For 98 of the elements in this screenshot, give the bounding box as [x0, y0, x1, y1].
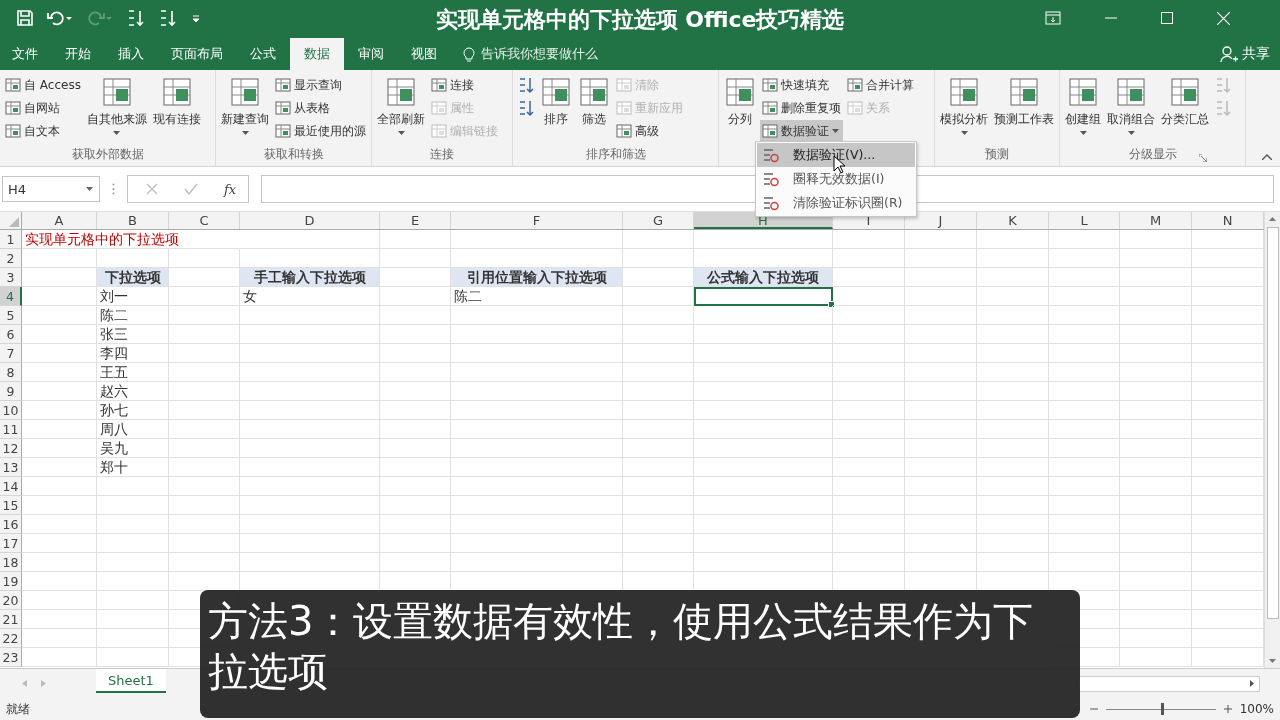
row-header[interactable]: 1 — [0, 230, 22, 249]
menu-item[interactable]: 圈释无效数据(I) — [757, 167, 915, 191]
ribbon-tab[interactable]: 插入 — [105, 38, 157, 70]
ribbon-tab[interactable]: 文件 — [0, 38, 51, 70]
ribbon-button[interactable]: 现有连接 — [150, 74, 203, 146]
table-cell: 刘一 — [97, 287, 169, 306]
status-text: 就绪 — [6, 700, 30, 718]
row-header[interactable]: 22 — [0, 629, 22, 648]
insert-function-button[interactable]: fx — [224, 181, 237, 197]
ribbon-button[interactable]: 高级 — [614, 120, 685, 142]
ribbon-button[interactable]: 分列 — [722, 74, 758, 146]
sheet-tab[interactable]: Sheet1 — [96, 669, 166, 693]
ribbon-button[interactable]: 取消组合 — [1105, 74, 1157, 146]
table-cell: 吴九 — [97, 439, 169, 458]
ribbon-tab[interactable]: 审阅 — [345, 38, 397, 70]
row-header[interactable]: 13 — [0, 458, 22, 477]
row-header[interactable]: 15 — [0, 496, 22, 515]
ribbon-button[interactable]: 显示查询 — [273, 74, 368, 96]
group-label: 获取和转换 — [263, 147, 324, 161]
ribbon-button[interactable]: 最近使用的源 — [273, 120, 368, 142]
row-header[interactable]: 20 — [0, 591, 22, 610]
row-header[interactable]: 9 — [0, 382, 22, 401]
ribbon-button[interactable]: 全部刷新 — [375, 74, 427, 146]
column-header[interactable]: F — [451, 212, 623, 229]
table-cell: 王五 — [97, 363, 169, 382]
ribbon-button[interactable]: 连接 — [429, 74, 500, 96]
name-box[interactable]: H4 — [2, 176, 100, 202]
column-header[interactable]: K — [977, 212, 1049, 229]
row-header[interactable]: 7 — [0, 344, 22, 363]
header-cell: 引用位置输入下拉选项 — [451, 268, 623, 287]
row-header[interactable]: 21 — [0, 610, 22, 629]
table-cell: 女 — [240, 287, 380, 306]
row-header[interactable]: 23 — [0, 648, 22, 667]
share-button[interactable]: 共享 — [1220, 38, 1280, 70]
group-label: 连接 — [430, 147, 454, 161]
row-header[interactable]: 4 — [0, 287, 22, 306]
table-cell: 孙七 — [97, 401, 169, 420]
group-label: 排序和筛选 — [585, 147, 646, 161]
ribbon-button[interactable]: 分类汇总 — [1159, 74, 1211, 146]
table-cell: 陈二 — [97, 306, 169, 325]
row-header[interactable]: 12 — [0, 439, 22, 458]
subtitle-caption: 方法3：设置数据有效性，使用公式结果作为下拉选项 — [200, 590, 1080, 718]
table-cell: 张三 — [97, 325, 169, 344]
ribbon-button[interactable]: 模拟分析 — [938, 74, 990, 146]
tell-me-field[interactable]: 告诉我你想要做什么 — [481, 45, 598, 63]
column-header[interactable]: D — [240, 212, 380, 229]
row-header[interactable]: 3 — [0, 268, 22, 287]
ribbon-tab[interactable]: 开始 — [52, 38, 104, 70]
row-header[interactable]: 11 — [0, 420, 22, 439]
ribbon-button[interactable]: 创建组 — [1063, 74, 1103, 146]
ribbon-button[interactable]: 自其他来源 — [84, 74, 149, 146]
row-header[interactable]: 6 — [0, 325, 22, 344]
table-cell: 陈二 — [451, 287, 623, 306]
group-label: 分级显示 — [1128, 147, 1177, 161]
table-cell: 周八 — [97, 420, 169, 439]
group-label: 获取外部数据 — [71, 147, 144, 161]
row-header[interactable]: 17 — [0, 534, 22, 553]
ribbon-tab[interactable]: 页面布局 — [158, 38, 236, 70]
row-header[interactable]: 19 — [0, 572, 22, 591]
ribbon-button[interactable]: 新建查询 — [219, 74, 271, 146]
column-header[interactable]: B — [97, 212, 169, 229]
header-cell: 公式输入下拉选项 — [694, 268, 833, 287]
row-header[interactable]: 10 — [0, 401, 22, 420]
header-cell: 下拉选项 — [97, 268, 169, 287]
ribbon-button[interactable]: 自 Access — [3, 74, 83, 96]
ribbon-button[interactable]: 自网站 — [3, 97, 83, 119]
row-header[interactable]: 8 — [0, 363, 22, 382]
zoom-level[interactable]: 100% — [1239, 702, 1274, 716]
group-label: 预测 — [985, 147, 1009, 161]
ribbon-button[interactable]: 从表格 — [273, 97, 368, 119]
table-cell: 李四 — [97, 344, 169, 363]
row-header[interactable]: 18 — [0, 553, 22, 572]
column-header[interactable]: M — [1120, 212, 1192, 229]
ribbon-button[interactable]: 预测工作表 — [992, 74, 1056, 146]
table-cell: 实现单元格中的下拉选项 — [22, 230, 240, 249]
row-header[interactable]: 5 — [0, 306, 22, 325]
row-header[interactable]: 2 — [0, 249, 22, 268]
window-title: 实现单元格中的下拉选项 Office技巧精选 — [435, 6, 845, 34]
menu-item[interactable]: 清除验证标识圈(R) — [757, 191, 915, 215]
ribbon-tab[interactable]: 数据 — [290, 38, 344, 70]
table-cell: 赵六 — [97, 382, 169, 401]
ribbon-tab[interactable]: 公式 — [237, 38, 289, 70]
row-header[interactable]: 14 — [0, 477, 22, 496]
ribbon-button[interactable]: 删除重复项 — [760, 97, 843, 119]
row-header[interactable]: 16 — [0, 515, 22, 534]
ribbon-button[interactable]: 数据验证 — [760, 120, 843, 142]
ribbon-button[interactable]: 自文本 — [3, 120, 83, 142]
ribbon-tab[interactable]: 视图 — [398, 38, 450, 70]
column-header[interactable]: A — [22, 212, 97, 229]
header-cell: 手工输入下拉选项 — [240, 268, 380, 287]
table-cell: 郑十 — [97, 458, 169, 477]
column-header[interactable]: E — [380, 212, 451, 229]
ribbon-button[interactable]: 筛选 — [576, 74, 612, 146]
ribbon-button[interactable]: 排序 — [538, 74, 574, 146]
column-header[interactable]: C — [169, 212, 240, 229]
ribbon-button[interactable]: 合并计算 — [845, 74, 916, 96]
column-header[interactable]: L — [1049, 212, 1120, 229]
ribbon-button[interactable]: 快速填充 — [760, 74, 843, 96]
